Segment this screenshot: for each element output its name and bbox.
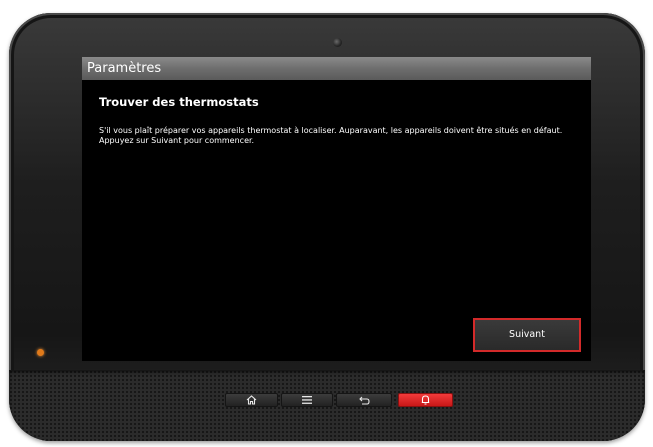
home-icon	[246, 395, 257, 405]
alert-button[interactable]	[398, 393, 453, 407]
menu-icon	[302, 396, 312, 404]
bell-icon	[421, 395, 430, 405]
page-title: Paramètres	[82, 57, 591, 80]
next-button[interactable]: Suivant	[473, 318, 581, 352]
screen: Paramètres Trouver des thermostats S'il …	[82, 57, 591, 361]
section-heading: Trouver des thermostats	[99, 95, 259, 109]
back-button[interactable]	[336, 393, 392, 407]
back-icon	[358, 396, 370, 405]
instruction-text: S'il vous plaît préparer vos appareils t…	[99, 126, 563, 145]
status-led	[37, 349, 44, 356]
menu-button[interactable]	[281, 393, 333, 407]
home-button[interactable]	[225, 393, 278, 407]
camera-icon	[333, 38, 342, 47]
